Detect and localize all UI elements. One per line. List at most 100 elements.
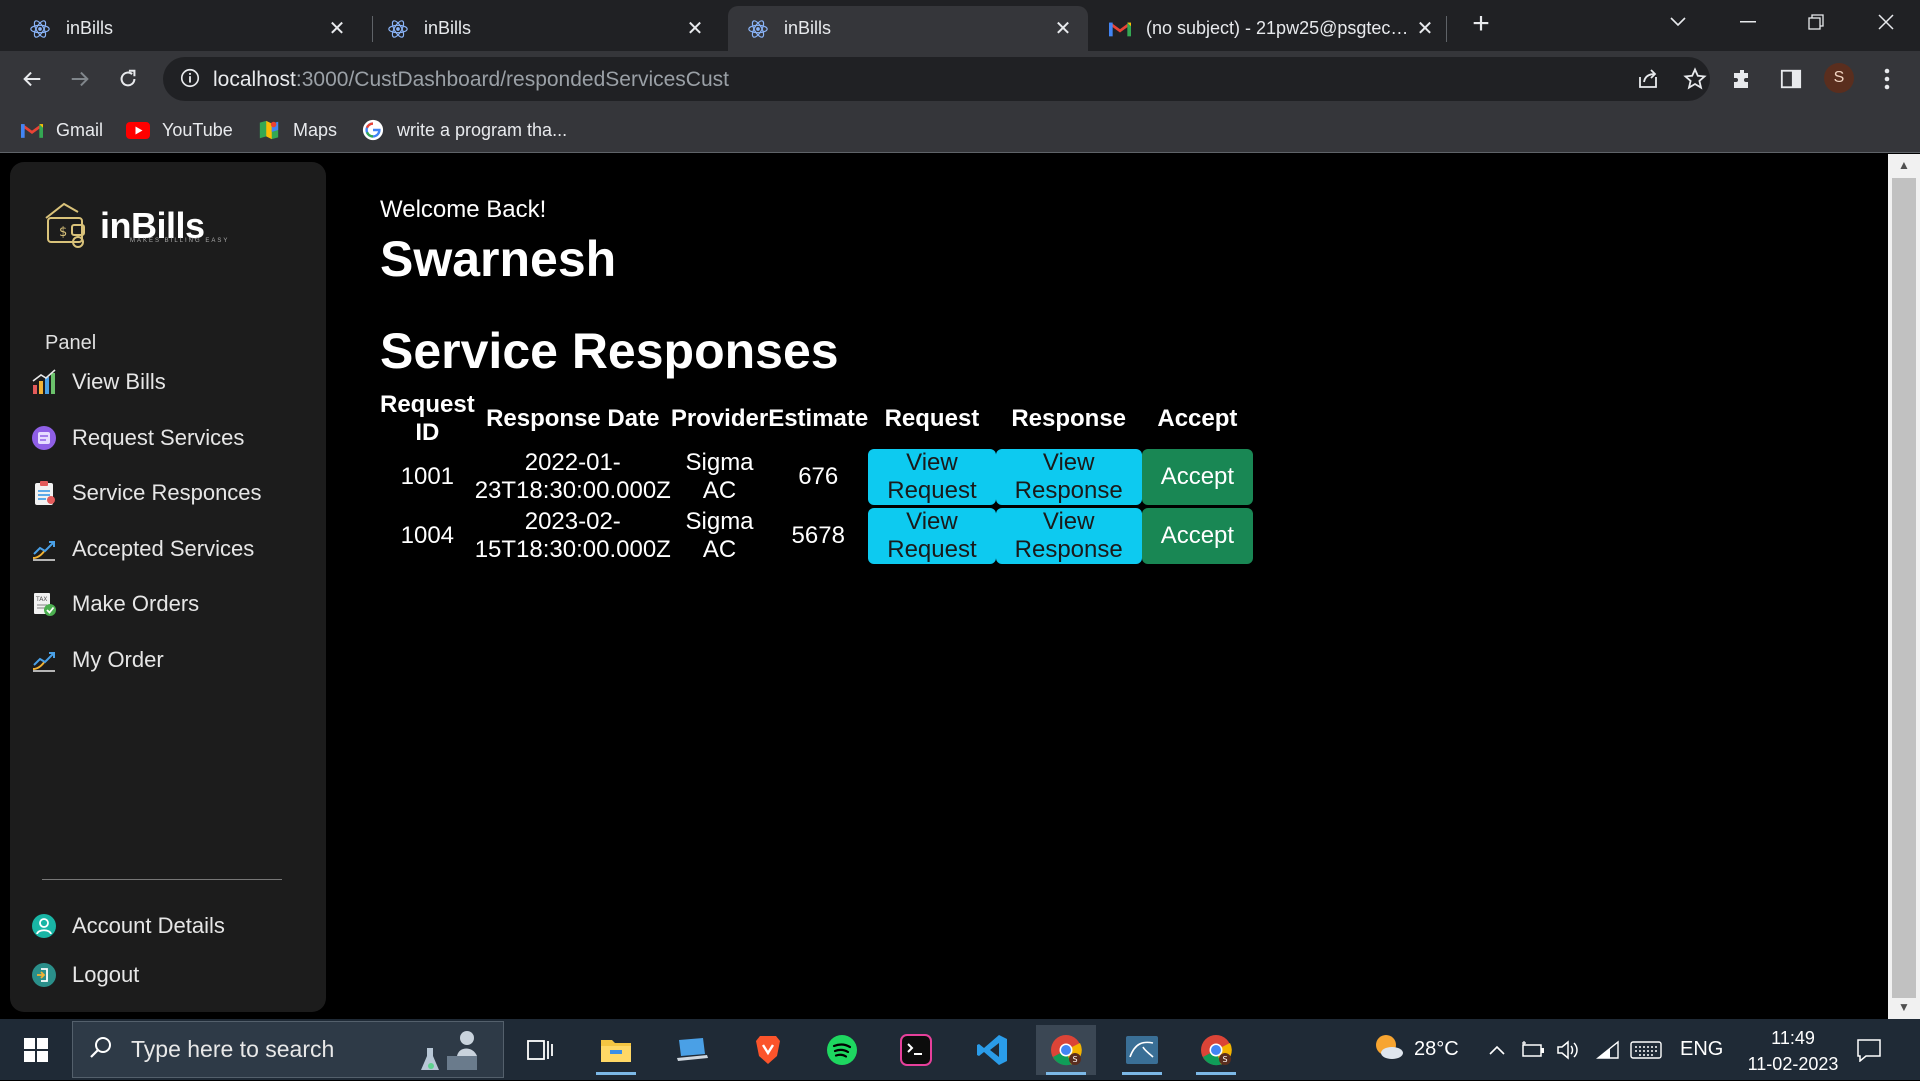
sidebar-divider xyxy=(42,879,282,880)
close-icon[interactable]: ✕ xyxy=(1052,18,1074,40)
request-cell: View Request xyxy=(868,506,996,565)
wifi-icon[interactable] xyxy=(1596,1019,1620,1080)
close-window-icon[interactable] xyxy=(1852,0,1920,44)
estimate-cell: 5678 xyxy=(791,521,845,549)
estimate-cell: 676 xyxy=(798,462,839,490)
profile-avatar[interactable]: S xyxy=(1824,63,1854,93)
back-icon[interactable] xyxy=(16,63,48,95)
input-language[interactable]: ENG xyxy=(1680,1019,1723,1080)
volume-icon[interactable] xyxy=(1556,1019,1582,1080)
site-info-icon[interactable] xyxy=(179,67,203,91)
browser-tab[interactable]: (no subject) - 21pw25@psgtech.ac.in ✕ xyxy=(1090,6,1450,51)
scroll-down-icon[interactable]: ▼ xyxy=(1896,1000,1912,1016)
close-icon[interactable]: ✕ xyxy=(326,18,348,40)
minimize-icon[interactable] xyxy=(1714,0,1782,44)
column-header: Response xyxy=(1011,405,1127,432)
growth-chart-icon xyxy=(30,646,58,674)
mysql-workbench-icon[interactable] xyxy=(1112,1025,1172,1075)
weather-widget[interactable]: 28°C xyxy=(1372,1019,1459,1080)
notifications-icon[interactable] xyxy=(1856,1019,1882,1080)
sidebar-item-make-orders[interactable]: TAX Make Orders xyxy=(30,584,320,624)
browser-tab[interactable]: inBills ✕ xyxy=(10,6,362,51)
react-icon xyxy=(28,17,52,41)
show-hidden-icons-chevron-icon[interactable] xyxy=(1488,1019,1506,1080)
task-view-icon[interactable] xyxy=(510,1025,570,1075)
weather-temperature: 28°C xyxy=(1414,1038,1459,1060)
tab-search-icon[interactable] xyxy=(1644,0,1712,44)
sidebar-item-my-order[interactable]: My Order xyxy=(30,640,320,680)
table-header-row: Request ID Response Date Provider Estima… xyxy=(380,391,1253,447)
request-id-cell: 1004 xyxy=(400,521,455,549)
terminal-icon[interactable] xyxy=(886,1025,946,1075)
bookmarks-bar: Gmail YouTube Maps write a program tha..… xyxy=(0,107,1920,153)
response-date-cell: 2023-02-15T18:30:00.000Z xyxy=(474,507,671,563)
column-header: Accept xyxy=(1157,405,1238,432)
scrollbar-thumb[interactable] xyxy=(1892,178,1916,998)
bookmark-star-icon[interactable] xyxy=(1683,67,1707,91)
forward-icon[interactable] xyxy=(64,63,96,95)
tab-title: (no subject) - 21pw25@psgtech.ac.in xyxy=(1146,18,1414,38)
app-running-indicator xyxy=(596,1072,636,1075)
chrome-icon[interactable]: S xyxy=(1036,1025,1096,1075)
tab-title: inBills xyxy=(424,18,472,38)
battery-icon[interactable] xyxy=(1520,1019,1546,1080)
reload-icon[interactable] xyxy=(112,63,144,95)
sidebar-item-logout[interactable]: Logout xyxy=(30,955,320,995)
welcome-text: Welcome Back! xyxy=(380,196,547,223)
scroll-up-icon[interactable]: ▲ xyxy=(1896,158,1912,174)
page-scrollbar[interactable]: ▲ ▼ xyxy=(1888,154,1920,1019)
windows-start-icon[interactable] xyxy=(12,1031,60,1069)
view-request-button[interactable]: View Request xyxy=(868,448,996,505)
user-icon xyxy=(30,912,58,940)
logout-icon xyxy=(30,961,58,989)
side-panel-icon[interactable] xyxy=(1776,64,1806,94)
sidebar-item-account-details[interactable]: Account Details xyxy=(30,906,320,946)
vscode-icon[interactable] xyxy=(962,1025,1022,1075)
accept-button[interactable]: Accept xyxy=(1141,507,1254,564)
column-header: Request xyxy=(884,405,980,432)
brave-icon[interactable] xyxy=(738,1025,798,1075)
close-icon[interactable]: ✕ xyxy=(1414,18,1436,40)
search-placeholder: Type here to search xyxy=(131,1036,335,1062)
tab-title: inBills xyxy=(784,18,832,38)
browser-tab[interactable]: inBills ✕ xyxy=(368,6,720,51)
browser-tab-active[interactable]: inBills ✕ xyxy=(728,6,1088,51)
menu-kebab-icon[interactable] xyxy=(1872,64,1902,94)
response-cell: View Response xyxy=(995,447,1142,506)
sidebar-item-accepted-services[interactable]: Accepted Services xyxy=(30,529,320,569)
bookmark-google-search[interactable]: write a program tha... xyxy=(361,116,567,144)
column-header: Response Date xyxy=(486,405,660,432)
system-clock[interactable]: 11:49 11-02-2023 xyxy=(1738,1025,1848,1077)
close-icon[interactable]: ✕ xyxy=(684,18,706,40)
keyboard-icon[interactable] xyxy=(1630,1019,1662,1080)
sidebar-item-service-responces[interactable]: Service Responces xyxy=(30,473,320,513)
response-cell: View Response xyxy=(995,506,1142,565)
column-header: Request ID xyxy=(380,391,475,446)
address-bar[interactable]: localhost:3000/CustDashboard/respondedSe… xyxy=(163,57,1710,101)
sidebar-item-request-services[interactable]: Request Services xyxy=(30,418,320,458)
taskbar-search-input[interactable]: Type here to search xyxy=(72,1021,504,1078)
laptop-app-icon[interactable] xyxy=(662,1025,722,1075)
app-logo[interactable]: $ inBills MAKES BILLING EASY xyxy=(42,198,227,253)
view-request-button[interactable]: View Request xyxy=(868,507,996,564)
page-title: Service Responses xyxy=(380,323,839,379)
bookmark-maps[interactable]: Maps xyxy=(257,116,337,144)
tab-title: inBills xyxy=(66,18,114,38)
share-icon[interactable] xyxy=(1636,67,1660,91)
chrome-icon[interactable]: S xyxy=(1186,1025,1246,1075)
accept-button[interactable]: Accept xyxy=(1141,448,1254,505)
bookmark-youtube[interactable]: YouTube xyxy=(126,116,233,144)
file-explorer-icon[interactable] xyxy=(586,1025,646,1075)
accept-cell: Accept xyxy=(1141,447,1254,506)
bookmark-gmail[interactable]: Gmail xyxy=(20,116,103,144)
sidebar-item-view-bills[interactable]: View Bills xyxy=(30,362,320,402)
spotify-icon[interactable] xyxy=(812,1025,872,1075)
extensions-icon[interactable] xyxy=(1728,64,1758,94)
view-response-button[interactable]: View Response xyxy=(995,507,1142,564)
column-header: Provider xyxy=(670,405,769,432)
new-tab-button[interactable]: + xyxy=(1466,9,1496,40)
restore-icon[interactable] xyxy=(1782,0,1850,44)
view-response-button[interactable]: View Response xyxy=(995,448,1142,505)
svg-text:TAX: TAX xyxy=(35,596,47,603)
provider-cell: Sigma AC xyxy=(685,448,754,504)
